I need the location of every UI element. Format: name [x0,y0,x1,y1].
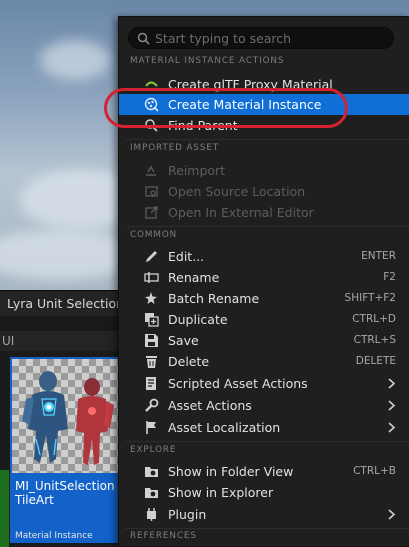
menu-item-plugin[interactable]: Plugin [119,504,409,525]
section-common: COMMON [130,230,178,240]
content-browser-tab[interactable]: Lyra Unit Selection [0,291,120,317]
menu-item-label: Delete [168,354,210,369]
menu-search-box[interactable] [128,27,394,49]
menu-item-label: Asset Actions [168,398,252,413]
duplicate-icon [145,313,159,327]
menu-item-delete[interactable]: Delete DELETE [119,351,409,372]
wrench-icon [145,398,159,412]
pencil-icon [146,251,157,262]
menu-item-show-in-folder-view[interactable]: Show in Folder View CTRL+B [119,461,409,482]
search-input[interactable] [155,30,385,47]
menu-item-label: Show in Folder View [168,464,294,479]
flag-icon [146,421,156,434]
chevron-right-icon [388,400,396,411]
menu-item-label: Plugin [168,507,207,522]
external-editor-icon [145,206,158,219]
menu-divider [125,226,409,227]
menu-item-label: Duplicate [168,312,228,327]
menu-divider [125,441,409,442]
section-explore: EXPLORE [130,445,177,455]
menu-item-shortcut: CTRL+D [352,313,396,325]
menu-item-asset-localization[interactable]: Asset Localization [119,417,409,438]
chevron-right-icon [388,422,396,433]
menu-item-label: Reimport [168,163,226,178]
menu-item-asset-actions[interactable]: Asset Actions [119,395,409,416]
side-accent [0,470,9,547]
asset-name: MI_UnitSelectionTileArt [15,479,115,507]
section-imported-asset: IMPORTED ASSET [130,143,220,153]
menu-item-scripted-asset-actions[interactable]: Scripted Asset Actions [119,373,409,394]
search-icon [137,32,150,45]
asset-tile[interactable]: MI_UnitSelectionTileArt Material Instanc… [10,357,120,543]
menu-item-edit[interactable]: Edit... ENTER [119,246,409,267]
menu-item-label: Open Source Location [168,184,306,199]
reimport-icon [146,165,156,176]
script-icon [146,377,156,390]
menu-item-shortcut: ENTER [361,250,396,262]
cloud [40,40,110,80]
section-references: REFERENCES [130,531,197,541]
red-robot-figure [76,378,114,465]
menu-item-batch-rename[interactable]: Batch Rename SHIFT+F2 [119,288,409,309]
menu-item-shortcut: CTRL+S [353,334,396,346]
annotation-highlight-circle [104,88,348,128]
menu-item-label: Scripted Asset Actions [168,376,308,391]
menu-item-reimport: Reimport [119,160,409,181]
explorer-icon [145,488,158,498]
menu-divider [125,139,409,140]
menu-item-duplicate[interactable]: Duplicate CTRL+D [119,309,409,330]
chevron-right-icon [388,378,396,389]
rename-icon [144,272,159,283]
chevron-right-icon [388,509,396,520]
menu-item-label: Rename [168,270,220,285]
menu-item-save[interactable]: Save CTRL+S [119,330,409,351]
menu-item-label: Open In External Editor [168,205,314,220]
folder-search-icon [145,186,158,197]
menu-item-rename[interactable]: Rename F2 [119,267,409,288]
menu-item-label: Show in Explorer [168,485,274,500]
save-icon [145,334,158,347]
menu-item-shortcut: DELETE [355,355,396,367]
menu-item-label: Batch Rename [168,291,260,306]
menu-divider [125,528,409,529]
asset-thumbnail [12,359,118,473]
asset-type: Material Instance [15,531,93,541]
menu-item-shortcut: SHIFT+F2 [344,292,396,304]
menu-item-shortcut: F2 [383,271,396,283]
menu-item-open-source-location: Open Source Location [119,181,409,202]
section-material-instance-actions: MATERIAL INSTANCE ACTIONS [130,56,285,66]
menu-item-label: Save [168,333,199,348]
blue-robot-figure [22,371,68,463]
menu-item-open-external-editor: Open In External Editor [119,202,409,223]
menu-item-show-in-explorer[interactable]: Show in Explorer [119,482,409,503]
batch-rename-icon [145,292,157,304]
menu-item-label: Edit... [168,249,205,264]
folder-search-icon [145,467,158,477]
plugin-icon [147,508,156,521]
trash-icon [146,356,157,368]
menu-item-shortcut: CTRL+B [353,465,396,477]
menu-item-label: Asset Localization [168,420,281,435]
